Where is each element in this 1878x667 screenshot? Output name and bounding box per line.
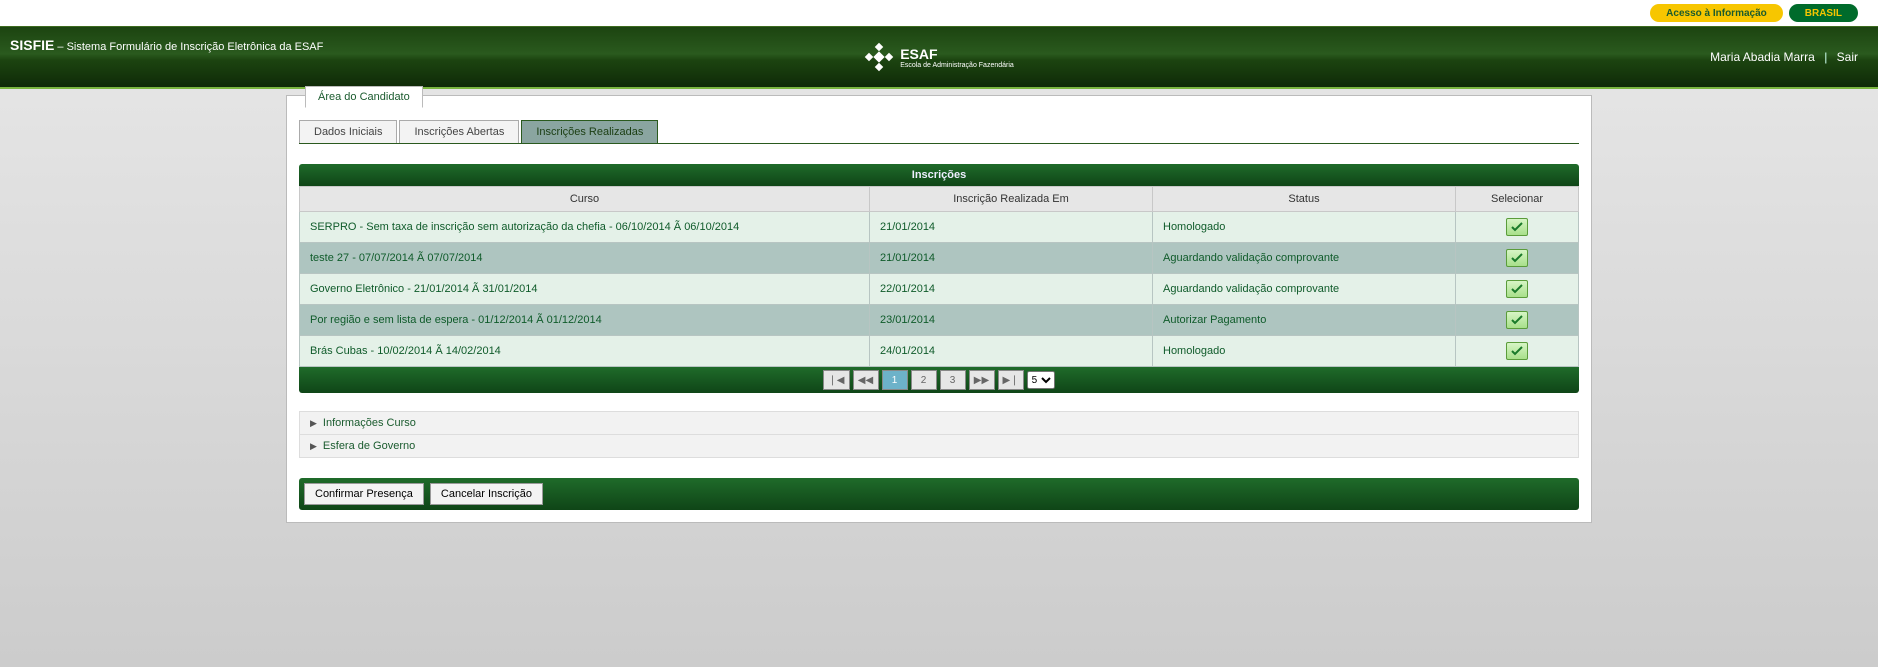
pager: ❘◀ ◀◀ 1 2 3 ▶▶ ▶❘ 5 (299, 367, 1579, 393)
logo-subtitle: Escola de Administração Fazendária (900, 62, 1014, 69)
logo: ESAF Escola de Administração Fazendária (864, 42, 1014, 72)
accordion-label: Esfera de Governo (323, 440, 415, 452)
select-row-button[interactable] (1506, 249, 1528, 267)
accordion-esfera-governo[interactable]: ▶ Esfera de Governo (300, 434, 1578, 457)
cell-select (1456, 274, 1579, 305)
cell-data: 21/01/2014 (870, 212, 1153, 243)
cell-data: 22/01/2014 (870, 274, 1153, 305)
logo-text: ESAF (900, 46, 937, 62)
select-row-button[interactable] (1506, 218, 1528, 236)
cell-status: Aguardando validação comprovante (1153, 274, 1456, 305)
pager-size-select[interactable]: 5 (1027, 371, 1055, 389)
cell-select (1456, 336, 1579, 367)
pager-prev[interactable]: ◀◀ (853, 370, 879, 390)
cell-status: Homologado (1153, 212, 1456, 243)
acesso-informacao-link[interactable]: Acesso à Informação (1650, 4, 1783, 22)
cell-select (1456, 305, 1579, 336)
table-title: Inscrições (299, 164, 1579, 186)
content-card: Área do Candidato Dados Iniciais Inscriç… (286, 95, 1592, 523)
col-selecionar: Selecionar (1456, 187, 1579, 212)
tab-bar: Dados Iniciais Inscrições Abertas Inscri… (299, 120, 1579, 144)
pager-page-3[interactable]: 3 (940, 370, 966, 390)
col-data: Inscrição Realizada Em (870, 187, 1153, 212)
col-status: Status (1153, 187, 1456, 212)
cell-curso: Governo Eletrônico - 21/01/2014 Ã 31/01/… (300, 274, 870, 305)
table-row: Por região e sem lista de espera - 01/12… (300, 305, 1579, 336)
esaf-logo-icon (864, 42, 894, 72)
cancelar-inscricao-button[interactable]: Cancelar Inscrição (430, 483, 543, 505)
cell-curso: SERPRO - Sem taxa de inscrição sem autor… (300, 212, 870, 243)
logout-link[interactable]: Sair (1837, 50, 1858, 64)
accordion-informacoes-curso[interactable]: ▶ Informações Curso (300, 412, 1578, 434)
tab-inscricoes-realizadas[interactable]: Inscrições Realizadas (521, 120, 658, 143)
table-row: Brás Cubas - 10/02/2014 Ã 14/02/201424/0… (300, 336, 1579, 367)
separator: | (1824, 50, 1827, 64)
table-row: SERPRO - Sem taxa de inscrição sem autor… (300, 212, 1579, 243)
inscricoes-table: Curso Inscrição Realizada Em Status Sele… (299, 186, 1579, 367)
system-title: SISFIE – Sistema Formulário de Inscrição… (10, 37, 323, 53)
logo-text-wrap: ESAF Escola de Administração Fazendária (900, 46, 1014, 69)
main-header: SISFIE – Sistema Formulário de Inscrição… (0, 26, 1878, 89)
cell-data: 23/01/2014 (870, 305, 1153, 336)
cell-select (1456, 243, 1579, 274)
action-bar: Confirmar Presença Cancelar Inscrição (299, 478, 1579, 510)
table-row: teste 27 - 07/07/2014 Ã 07/07/201421/01/… (300, 243, 1579, 274)
government-bar: Acesso à Informação BRASIL (0, 0, 1878, 26)
user-name: Maria Abadia Marra (1710, 50, 1815, 64)
pager-last[interactable]: ▶❘ (998, 370, 1024, 390)
brasil-link[interactable]: BRASIL (1789, 4, 1858, 22)
system-title-abbr: SISFIE (10, 37, 54, 53)
cell-curso: Por região e sem lista de espera - 01/12… (300, 305, 870, 336)
table-row: Governo Eletrônico - 21/01/2014 Ã 31/01/… (300, 274, 1579, 305)
table-panel: Inscrições Curso Inscrição Realizada Em … (299, 164, 1579, 393)
expand-icon: ▶ (310, 418, 317, 429)
col-curso: Curso (300, 187, 870, 212)
cell-status: Aguardando validação comprovante (1153, 243, 1456, 274)
pager-next[interactable]: ▶▶ (969, 370, 995, 390)
pager-page-1[interactable]: 1 (882, 370, 908, 390)
cell-curso: Brás Cubas - 10/02/2014 Ã 14/02/2014 (300, 336, 870, 367)
pager-first[interactable]: ❘◀ (823, 370, 849, 390)
select-row-button[interactable] (1506, 311, 1528, 329)
confirmar-presenca-button[interactable]: Confirmar Presença (304, 483, 424, 505)
user-area: Maria Abadia Marra | Sair (1710, 50, 1858, 64)
select-row-button[interactable] (1506, 342, 1528, 360)
cell-curso: teste 27 - 07/07/2014 Ã 07/07/2014 (300, 243, 870, 274)
cell-data: 24/01/2014 (870, 336, 1153, 367)
fieldset-legend: Área do Candidato (305, 86, 423, 108)
cell-select (1456, 212, 1579, 243)
accordion-label: Informações Curso (323, 417, 416, 429)
cell-status: Homologado (1153, 336, 1456, 367)
expand-icon: ▶ (310, 441, 317, 452)
tab-dados-iniciais[interactable]: Dados Iniciais (299, 120, 397, 143)
tab-inscricoes-abertas[interactable]: Inscrições Abertas (399, 120, 519, 143)
accordion-group: ▶ Informações Curso ▶ Esfera de Governo (299, 411, 1579, 458)
select-row-button[interactable] (1506, 280, 1528, 298)
cell-data: 21/01/2014 (870, 243, 1153, 274)
system-title-desc: – Sistema Formulário de Inscrição Eletrô… (54, 41, 323, 53)
cell-status: Autorizar Pagamento (1153, 305, 1456, 336)
pager-page-2[interactable]: 2 (911, 370, 937, 390)
